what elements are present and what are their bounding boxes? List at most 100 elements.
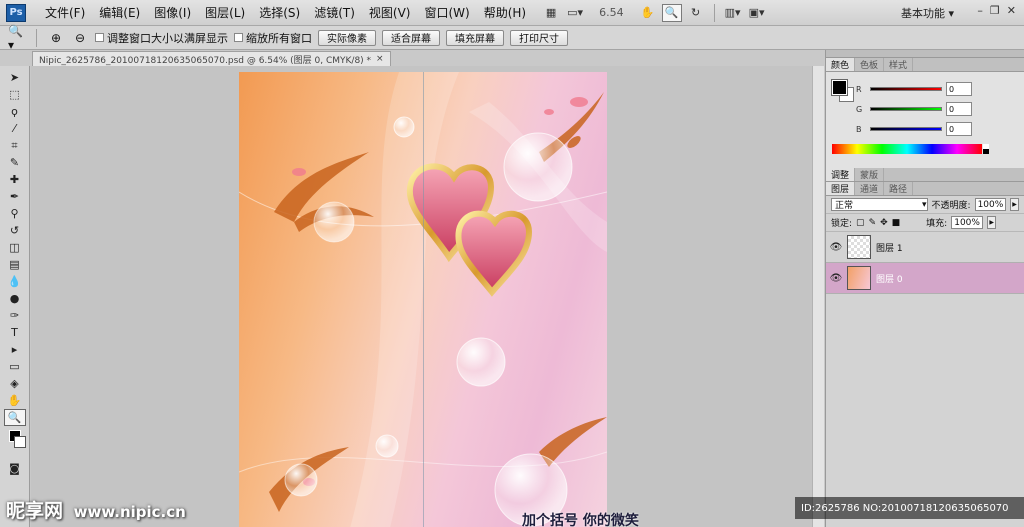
- eye-icon[interactable]: 👁: [830, 272, 843, 284]
- eye-icon[interactable]: 👁: [830, 241, 843, 253]
- eyedropper-tool-icon[interactable]: ✎: [4, 154, 26, 171]
- blue-slider[interactable]: [870, 127, 942, 131]
- resize-windows-label: 调整窗口大小以满屏显示: [107, 31, 228, 45]
- blend-mode-select[interactable]: 正常 ▾: [831, 198, 928, 211]
- zoom-out-icon[interactable]: ⊖: [71, 30, 89, 46]
- layer-row[interactable]: 👁 图层 1: [826, 232, 1024, 263]
- zoom-in-icon[interactable]: ⊕: [47, 30, 65, 46]
- vertical-scrollbar[interactable]: [812, 66, 824, 527]
- zoom-tool-icon[interactable]: 🔍: [3, 409, 26, 426]
- red-value-input[interactable]: 0: [946, 82, 972, 96]
- blue-channel-label: B: [856, 124, 862, 134]
- nipic-logo-text: 昵享网: [6, 500, 64, 522]
- layer-row-selected[interactable]: 👁 图层 0: [826, 263, 1024, 294]
- clone-stamp-tool-icon[interactable]: ⚲: [4, 205, 26, 222]
- background-color-swatch[interactable]: [13, 436, 26, 448]
- history-brush-tool-icon[interactable]: ↺: [4, 222, 26, 239]
- lock-pixels-icon[interactable]: ✎: [869, 218, 877, 228]
- quick-select-tool-icon[interactable]: ⁄: [4, 120, 26, 137]
- pen-tool-icon[interactable]: ✑: [4, 307, 26, 324]
- tab-styles[interactable]: 样式: [884, 58, 914, 71]
- brush-tool-icon[interactable]: ✒: [4, 188, 26, 205]
- nipic-watermark: 昵享网 www.nipic.cn: [6, 496, 186, 523]
- dodge-tool-icon[interactable]: ●: [4, 290, 26, 307]
- gradient-tool-icon[interactable]: ▤: [4, 256, 26, 273]
- lock-transparency-icon[interactable]: ▢: [856, 218, 865, 228]
- resize-windows-checkbox[interactable]: [95, 33, 104, 42]
- menu-image[interactable]: 图像(I): [147, 4, 198, 21]
- minimize-icon[interactable]: –: [977, 4, 983, 17]
- green-value-input[interactable]: 0: [946, 102, 972, 116]
- vertical-guide[interactable]: [423, 72, 424, 527]
- quick-mask-icon[interactable]: ◙: [4, 460, 26, 477]
- menu-help[interactable]: 帮助(H): [477, 4, 533, 21]
- opacity-label: 不透明度:: [931, 201, 971, 211]
- close-icon[interactable]: ✕: [1007, 4, 1016, 17]
- tab-channels[interactable]: 通道: [855, 182, 885, 195]
- hand-tool-icon[interactable]: ✋: [638, 4, 658, 22]
- shape-tool-icon[interactable]: ▭: [4, 358, 26, 375]
- path-selection-tool-icon[interactable]: ▸: [4, 341, 26, 358]
- fit-screen-button[interactable]: 适合屏幕: [382, 29, 440, 46]
- color-spectrum-bar[interactable]: [832, 144, 982, 154]
- fill-input[interactable]: 100%: [951, 216, 984, 229]
- bridge-icon[interactable]: ▦: [541, 4, 561, 22]
- fill-arrow-icon[interactable]: ▶: [987, 216, 997, 229]
- document-tab[interactable]: Nipic_2625786_20100718120635065070.psd @…: [32, 51, 391, 66]
- canvas-area[interactable]: [31, 66, 824, 527]
- panel-collapse-bar[interactable]: [826, 50, 1024, 58]
- photoshop-logo[interactable]: Ps: [6, 3, 26, 22]
- tab-swatches[interactable]: 色板: [855, 58, 885, 71]
- zoom-preset-icon[interactable]: 🔍▾: [8, 24, 26, 52]
- menu-filter[interactable]: 滤镜(T): [307, 4, 362, 21]
- workspace-switcher[interactable]: 基本功能 ▾: [901, 5, 954, 21]
- eraser-tool-icon[interactable]: ◫: [4, 239, 26, 256]
- screen-mode-icon[interactable]: ▣▾: [747, 4, 767, 22]
- blue-value-input[interactable]: 0: [946, 122, 972, 136]
- tab-color[interactable]: 颜色: [826, 58, 856, 71]
- menu-view[interactable]: 视图(V): [362, 4, 418, 21]
- lock-position-icon[interactable]: ✥: [880, 218, 888, 228]
- tab-paths[interactable]: 路径: [884, 182, 914, 195]
- crop-tool-icon[interactable]: ⌗: [4, 137, 26, 154]
- menu-edit[interactable]: 编辑(E): [92, 4, 147, 21]
- lock-all-icon[interactable]: ■: [892, 218, 901, 228]
- document-canvas[interactable]: [239, 72, 607, 527]
- zoom-all-option[interactable]: 缩放所有窗口: [234, 30, 312, 46]
- main-menu: 文件(F) 编辑(E) 图像(I) 图层(L) 选择(S) 滤镜(T) 视图(V…: [38, 4, 533, 21]
- rotate-view-icon[interactable]: ↻: [686, 4, 706, 22]
- tab-masks[interactable]: 蒙版: [855, 168, 885, 181]
- 3d-rotate-tool-icon[interactable]: ◈: [4, 375, 26, 392]
- hand-tool-icon[interactable]: ✋: [4, 392, 26, 409]
- layers-panel-tabs: 图层 通道 路径: [826, 182, 1024, 196]
- healing-brush-tool-icon[interactable]: ✚: [4, 171, 26, 188]
- frame-view-icon[interactable]: ▭▾: [565, 4, 585, 22]
- opacity-arrow-icon[interactable]: ▶: [1010, 198, 1019, 211]
- arrange-documents-icon[interactable]: ▥▾: [723, 4, 743, 22]
- tab-adjustments[interactable]: 调整: [826, 168, 856, 181]
- zoom-all-checkbox[interactable]: [234, 33, 243, 42]
- menu-layer[interactable]: 图层(L): [198, 4, 252, 21]
- black-white-swatch[interactable]: [983, 144, 989, 154]
- fill-screen-button[interactable]: 填充屏幕: [446, 29, 504, 46]
- resize-windows-option[interactable]: 调整窗口大小以满屏显示: [95, 30, 228, 46]
- restore-icon[interactable]: ❐: [990, 4, 1000, 17]
- tab-layers[interactable]: 图层: [826, 182, 856, 195]
- move-tool-icon[interactable]: ➤: [4, 69, 26, 86]
- zoom-tool-icon[interactable]: 🔍: [661, 3, 682, 22]
- actual-pixels-button[interactable]: 实际像素: [318, 29, 376, 46]
- foreground-color-box[interactable]: [831, 79, 848, 96]
- blur-tool-icon[interactable]: 💧: [4, 273, 26, 290]
- type-tool-icon[interactable]: T: [4, 324, 26, 341]
- green-slider[interactable]: [870, 107, 942, 111]
- opacity-input[interactable]: 100%: [974, 198, 1007, 211]
- zoom-level[interactable]: 6.54: [589, 6, 634, 19]
- menu-select[interactable]: 选择(S): [252, 4, 307, 21]
- menu-file[interactable]: 文件(F): [38, 4, 92, 21]
- print-size-button[interactable]: 打印尺寸: [510, 29, 568, 46]
- menu-window[interactable]: 窗口(W): [417, 4, 476, 21]
- close-document-icon[interactable]: ×: [376, 54, 384, 64]
- marquee-tool-icon[interactable]: ⬚: [4, 86, 26, 103]
- red-slider[interactable]: [870, 87, 942, 91]
- lasso-tool-icon[interactable]: ϙ: [4, 103, 26, 120]
